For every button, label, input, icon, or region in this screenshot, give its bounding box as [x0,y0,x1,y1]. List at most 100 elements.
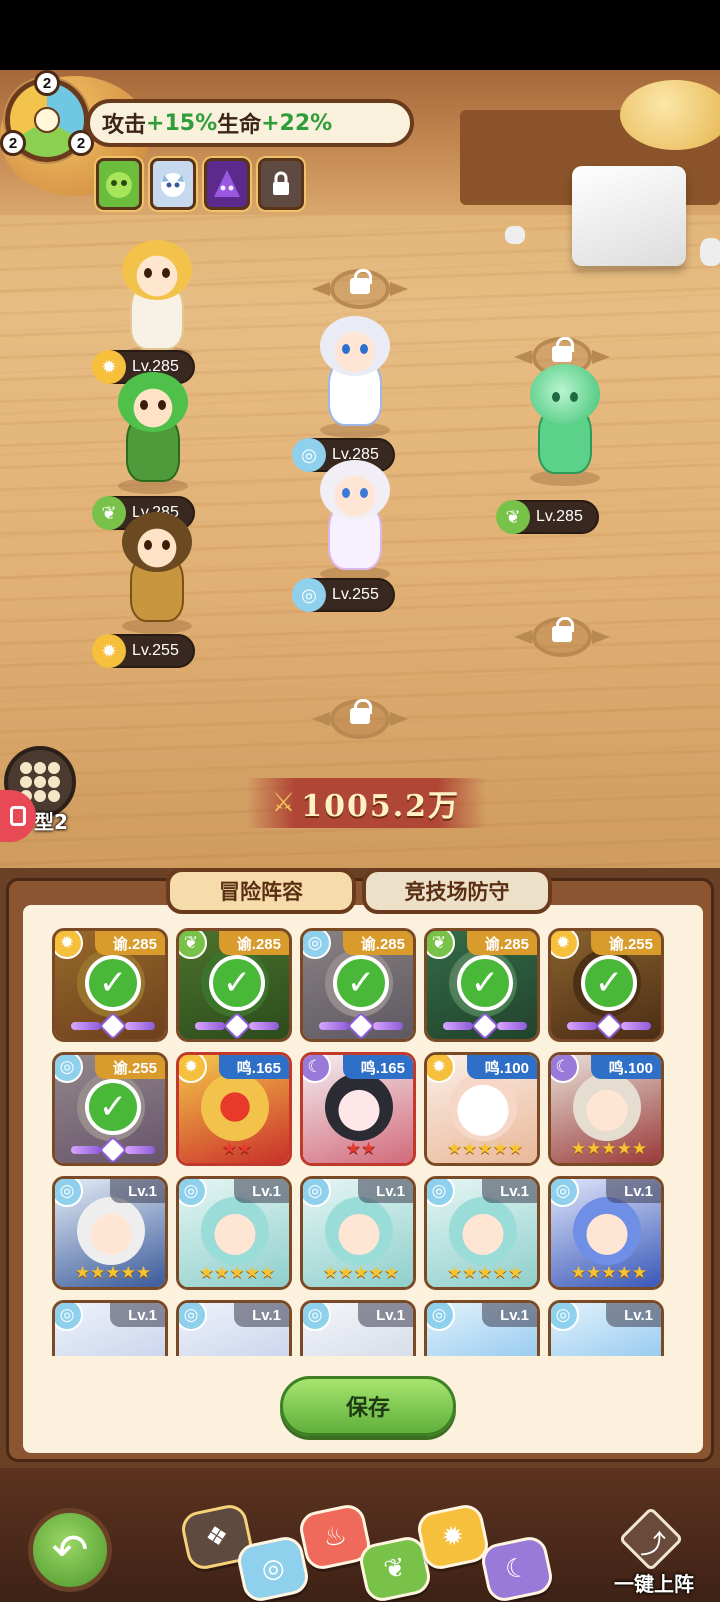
locked-position[interactable] [312,266,408,312]
star-rating: ★★ [221,1139,253,1159]
card-level: 谕.285 [218,931,289,955]
hero-card[interactable]: Lv.1 ◎ [548,1300,664,1356]
game-screen: 2 2 2 攻击 +15% 生命 +22% ✹ Lv.285 ❦ ✹ Lv.25… [0,0,720,1602]
locked-position[interactable] [514,614,610,660]
card-level: 鸣.165 [342,1055,413,1079]
power-value: 1005.2万 [301,789,461,824]
synergy-bonus-bar[interactable]: 攻击 +15% 生命 +22% [86,99,414,147]
hero-level-pill: ◎ Lv.255 [292,578,395,612]
hero-card[interactable]: ★★ 鸣.165 ☾ [300,1052,416,1166]
hero-level-pill: ❦ Lv.285 [496,500,599,534]
hero-level-pill: ✹ Lv.255 [92,634,195,668]
gamepad-icon [10,806,26,826]
hero-level: Lv.255 [132,642,179,659]
hero-card[interactable]: ★★ 鸣.165 ✹ [176,1052,292,1166]
hero-card[interactable]: ★★★★★ 鸣.100 ☾ [548,1052,664,1166]
attack-label: 攻击 [102,113,147,138]
hp-label: 生命 [217,113,262,138]
back-button[interactable]: ↶ [28,1508,112,1592]
hero-green-slime[interactable] [500,358,630,488]
hero-maid[interactable] [92,234,222,364]
white-dragon-icon[interactable] [150,158,196,210]
water-element-icon: ◎ [292,578,326,612]
locked-position[interactable] [312,696,408,742]
hp-bonus: +22% [261,110,333,136]
hero-white-hair-mage[interactable] [290,454,420,584]
cheese-decor [620,80,720,150]
crossed-swords-icon: ⚔ [271,788,296,818]
rank-wings-icon [317,1011,405,1039]
attack-bonus: +15% [146,110,218,136]
hero-card[interactable]: ✓ 谕.285 ✹ [52,928,168,1042]
card-level: Lv.1 [110,1179,165,1203]
back-arrow-icon: ↶ [51,1524,89,1576]
card-level: 谕.285 [466,931,537,955]
purple-hood-icon[interactable] [204,158,250,210]
hero-card[interactable]: ★★★★★ Lv.1 ◎ [548,1176,664,1290]
hero-card[interactable]: ✓ 谕.285 ◎ [300,928,416,1042]
card-level: Lv.1 [234,1303,289,1327]
hero-card[interactable]: ★★★★★ Lv.1 ◎ [176,1176,292,1290]
auto-deploy-button[interactable]: ⤴ 一键上阵 [604,1506,704,1600]
pebble-decor [700,238,720,266]
card-level: Lv.1 [482,1303,537,1327]
card-level: Lv.1 [358,1303,413,1327]
sun-element-icon: ✹ [92,634,126,668]
roster-row-partial: Lv.1 ◎ Lv.1 ◎ Lv.1 ◎ Lv.1 ◎ Lv.1 ◎ [0,1300,720,1356]
rank-wings-icon [69,1135,157,1163]
hero-card[interactable]: ✓ 谕.255 ✹ [548,928,664,1042]
synergy-count-badge: 2 [34,70,60,96]
card-level: Lv.1 [482,1179,537,1203]
card-level: Lv.1 [234,1179,289,1203]
pebble-decor [505,226,525,244]
card-level: Lv.1 [606,1303,661,1327]
star-rating: ★★★★★ [446,1139,524,1159]
hero-card[interactable]: ★★★★★ 鸣.100 ✹ [424,1052,540,1166]
hero-card[interactable]: Lv.1 ◎ [424,1300,540,1356]
card-level: 谕.255 [94,1055,165,1079]
hero-card[interactable]: ✓ 谕.255 ◎ [52,1052,168,1166]
hero-golden-warrior[interactable] [92,506,222,636]
selected-check-icon: ✓ [333,955,389,1011]
star-rating: ★★★★★ [446,1263,524,1283]
hero-card[interactable]: Lv.1 ◎ [52,1300,168,1356]
selected-check-icon: ✓ [457,955,513,1011]
hero-card[interactable]: ★★★★★ Lv.1 ◎ [300,1176,416,1290]
upload-arrow-icon: ⤴ [640,1530,667,1560]
hero-card[interactable]: ✓ 谕.285 ❦ [424,928,540,1042]
hero-card[interactable]: ✓ 谕.285 ❦ [176,928,292,1042]
synergy-count-badge: 2 [0,130,26,156]
card-level: 鸣.165 [218,1055,289,1079]
rank-wings-icon [565,1011,653,1039]
star-rating: ★★★★★ [322,1263,400,1283]
star-rating: ★★★★★ [570,1263,648,1283]
card-level: Lv.1 [358,1179,413,1203]
sugar-cube-decor [572,166,686,266]
selected-check-icon: ✓ [85,955,141,1011]
hero-bunny-girl[interactable] [290,310,420,440]
tab-arena-defense[interactable]: 竞技场防守 [362,868,552,914]
hero-card[interactable]: ★★★★★ Lv.1 ◎ [52,1176,168,1290]
hero-card[interactable]: Lv.1 ◎ [300,1300,416,1356]
hero-card[interactable]: Lv.1 ◎ [176,1300,292,1356]
team-power: ⚔ 1005.2万 [246,778,486,828]
hero-green-dragon-knight[interactable] [88,366,218,496]
auto-deploy-label: 一键上阵 [614,1572,694,1596]
star-rating: ★★★★★ [570,1139,648,1159]
tab-adventure-lineup[interactable]: 冒险阵容 [166,868,356,914]
lock-icon[interactable] [258,158,304,210]
hero-level: Lv.285 [536,508,583,525]
card-level: 鸣.100 [466,1055,537,1079]
card-level: Lv.1 [606,1179,661,1203]
hero-card[interactable]: ★★★★★ Lv.1 ◎ [424,1176,540,1290]
lock-icon [552,617,574,642]
selected-check-icon: ✓ [209,955,265,1011]
green-slime-icon[interactable] [96,158,142,210]
lock-icon [350,699,372,724]
selected-check-icon: ✓ [85,1079,141,1135]
rank-wings-icon [441,1011,529,1039]
save-button[interactable]: 保存 [280,1376,456,1436]
star-rating: ★★★★★ [198,1263,276,1283]
lock-icon [350,269,372,294]
formation-label: 型2 [34,810,68,834]
